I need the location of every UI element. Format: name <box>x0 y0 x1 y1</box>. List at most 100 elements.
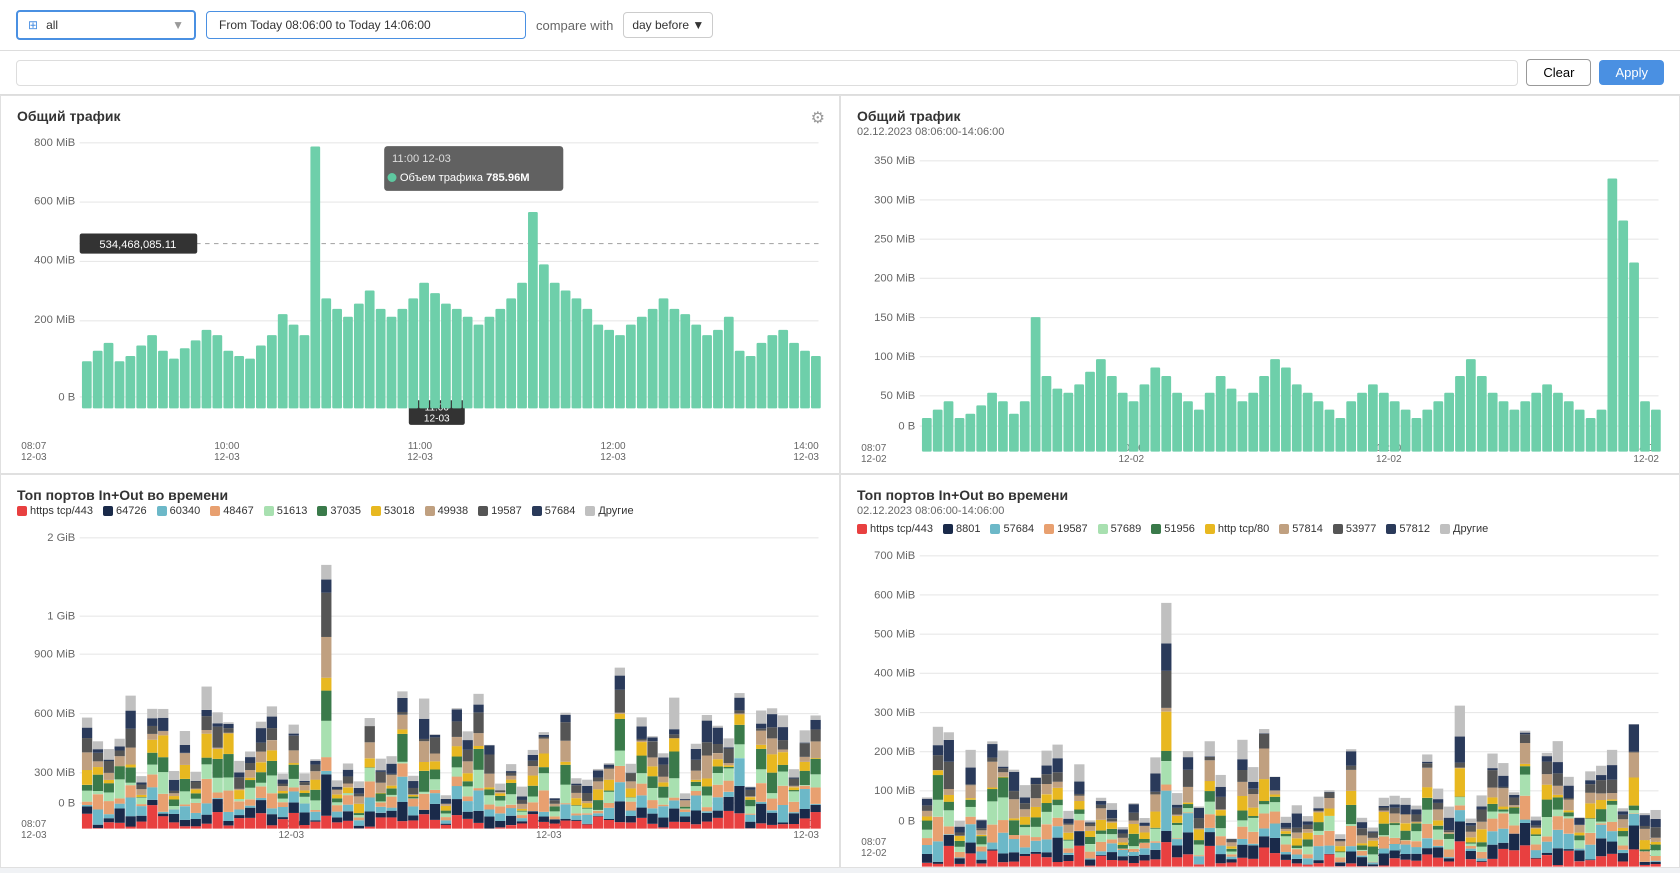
svg-text:2 GiB: 2 GiB <box>47 532 75 544</box>
svg-text:12-03: 12-03 <box>424 414 450 425</box>
compare-arrow: ▼ <box>692 18 704 32</box>
date-range-text: From Today 08:06:00 to Today 14:06:00 <box>219 18 431 32</box>
x-label: 12:0012-03 <box>600 441 626 463</box>
legend-item: 37035 <box>317 505 361 517</box>
svg-text:350 MiB: 350 MiB <box>874 155 915 167</box>
svg-text:100 MiB: 100 MiB <box>874 351 915 363</box>
layers-icon: ⊞ <box>28 18 38 32</box>
svg-text:11:00: 11:00 <box>425 402 450 413</box>
legend-item: 49938 <box>425 505 469 517</box>
legend-item: 60340 <box>157 505 201 517</box>
x-label: 10:0012-03 <box>278 819 304 841</box>
chart-total-traffic-compare: Общий трафик 02.12.2023 08:06:00-14:06:0… <box>840 95 1680 474</box>
legend-bottom-left: https tcp/443647266034048467516133703553… <box>17 505 823 517</box>
legend-item: 48467 <box>210 505 254 517</box>
filter-input[interactable] <box>16 60 1518 86</box>
source-selector[interactable]: ⊞ all ▼ <box>16 10 196 40</box>
svg-text:500 MiB: 500 MiB <box>874 628 915 640</box>
chart-total-traffic-current: ⚙ Общий трафик 800 MiB 600 MiB 400 MiB 2… <box>0 95 840 474</box>
compare-label: compare with <box>536 18 613 33</box>
x-labels-bottom-left: 08:0712-03 10:0012-03 12:0012-03 14:0012… <box>17 819 823 841</box>
x-label: 10:0012-03 <box>214 441 240 463</box>
legend-item: 53977 <box>1333 523 1377 535</box>
legend-item: 57689 <box>1098 523 1142 535</box>
svg-text:1 GiB: 1 GiB <box>47 610 75 622</box>
chart-ports-current: Топ портов In+Out во времени https tcp/4… <box>0 474 840 869</box>
date-range-input[interactable]: From Today 08:06:00 to Today 14:06:00 <box>206 11 526 39</box>
svg-text:800 MiB: 800 MiB <box>34 137 75 149</box>
x-labels-bottom-right: 08:0712-02 10:0012-02 12:0012-02 14:0012… <box>857 837 1663 859</box>
stacked-chart-bottom-left: 2 GiB 1 GiB 900 MiB 600 MiB 300 MiB 0 B <box>17 521 823 818</box>
svg-text:50 MiB: 50 MiB <box>880 390 915 402</box>
clear-button[interactable]: Clear <box>1526 59 1591 86</box>
apply-button[interactable]: Apply <box>1599 60 1664 85</box>
x-label: 14:0012-02 <box>1633 443 1659 465</box>
svg-text:200 MiB: 200 MiB <box>34 314 75 326</box>
svg-text:600 MiB: 600 MiB <box>34 195 75 207</box>
compare-select[interactable]: day before ▼ <box>623 12 713 38</box>
legend-item: 51956 <box>1151 523 1195 535</box>
x-label: 12:0012-02 <box>1376 443 1402 465</box>
x-label: 08:0712-03 <box>21 441 47 463</box>
chart-title-top-left: Общий трафик <box>17 108 823 124</box>
legend-item: 19587 <box>478 505 522 517</box>
stacked-chart-bottom-right: 700 MiB 600 MiB 500 MiB 400 MiB 300 MiB … <box>857 539 1663 836</box>
x-label: 11:0012-03 <box>407 441 433 463</box>
legend-item: 57812 <box>1386 523 1430 535</box>
chart-area-top-right: 350 MiB 300 MiB 250 MiB 200 MiB 150 MiB … <box>857 144 1663 441</box>
svg-text:300 MiB: 300 MiB <box>34 767 75 779</box>
legend-item: 19587 <box>1044 523 1088 535</box>
x-label: 08:0712-02 <box>861 443 887 465</box>
svg-text:700 MiB: 700 MiB <box>874 550 915 562</box>
charts-grid: ⚙ Общий трафик 800 MiB 600 MiB 400 MiB 2… <box>0 95 1680 868</box>
svg-text:600 MiB: 600 MiB <box>874 589 915 601</box>
svg-text:150 MiB: 150 MiB <box>874 312 915 324</box>
chart-subtitle-top-right: 02.12.2023 08:06:00-14:06:00 <box>857 126 1663 138</box>
filter-bar: Clear Apply <box>0 51 1680 95</box>
svg-text:0 B: 0 B <box>58 797 75 809</box>
chart-area-top-left: 800 MiB 600 MiB 400 MiB 200 MiB 0 B 534,… <box>17 126 823 439</box>
legend-item: 51613 <box>264 505 308 517</box>
legend-item: 57684 <box>990 523 1034 535</box>
svg-text:900 MiB: 900 MiB <box>34 648 75 660</box>
svg-text:100 MiB: 100 MiB <box>874 785 915 797</box>
svg-text:600 MiB: 600 MiB <box>34 708 75 720</box>
svg-text:300 MiB: 300 MiB <box>874 194 915 206</box>
selector-arrow: ▼ <box>172 18 184 32</box>
gear-icon[interactable]: ⚙ <box>811 108 825 128</box>
legend-item: Другие <box>1440 523 1488 535</box>
chart-area-bottom-left: 2 GiB 1 GiB 900 MiB 600 MiB 300 MiB 0 B <box>17 521 823 818</box>
x-label: 08:0712-03 <box>21 819 47 841</box>
compare-value: day before <box>632 18 689 32</box>
chart-title-top-right: Общий трафик <box>857 108 1663 124</box>
svg-text:0 B: 0 B <box>898 815 915 827</box>
x-labels-top-right: 08:0712-02 10:0012-02 12:0012-02 14:0012… <box>857 443 1663 465</box>
legend-bottom-right: https tcp/443 8801 57684 19587 57689 51956 htt… <box>857 523 1663 535</box>
x-label: 10:0012-02 <box>1118 443 1144 465</box>
legend-item: 57684 <box>532 505 576 517</box>
legend-item: https tcp/443 <box>857 523 933 535</box>
top-bar: ⊞ all ▼ From Today 08:06:00 to Today 14:… <box>0 0 1680 51</box>
x-label: 14:0012-02 <box>1633 837 1659 859</box>
svg-text:400 MiB: 400 MiB <box>34 255 75 267</box>
selector-label: all <box>46 18 164 32</box>
svg-text:Объем трафика 785.96M: Объем трафика 785.96M <box>400 172 530 184</box>
x-label: 14:0012-03 <box>793 441 819 463</box>
chart-ports-compare: Топ портов In+Out во времени 02.12.2023 … <box>840 474 1680 869</box>
bar-chart-top-right: 350 MiB 300 MiB 250 MiB 200 MiB 150 MiB … <box>857 144 1663 441</box>
svg-text:11:00 12-03: 11:00 12-03 <box>392 153 451 165</box>
bar-chart-top-left: 800 MiB 600 MiB 400 MiB 200 MiB 0 B 534,… <box>17 126 823 439</box>
chart-title-bottom-left: Топ портов In+Out во времени <box>17 487 823 503</box>
chart-title-bottom-right: Топ портов In+Out во времени <box>857 487 1663 503</box>
svg-text:250 MiB: 250 MiB <box>874 234 915 246</box>
x-label: 08:0712-02 <box>861 837 887 859</box>
legend-item: http tcp/80 <box>1205 523 1269 535</box>
svg-text:0 B: 0 B <box>58 391 75 403</box>
legend-item: 64726 <box>103 505 147 517</box>
legend-item: Другие <box>585 505 633 517</box>
svg-text:534,468,085.11: 534,468,085.11 <box>99 239 176 251</box>
legend-item: https tcp/443 <box>17 505 93 517</box>
legend-item: 8801 <box>943 523 980 535</box>
svg-text:300 MiB: 300 MiB <box>874 707 915 719</box>
x-label: 12:0012-02 <box>1376 837 1402 859</box>
